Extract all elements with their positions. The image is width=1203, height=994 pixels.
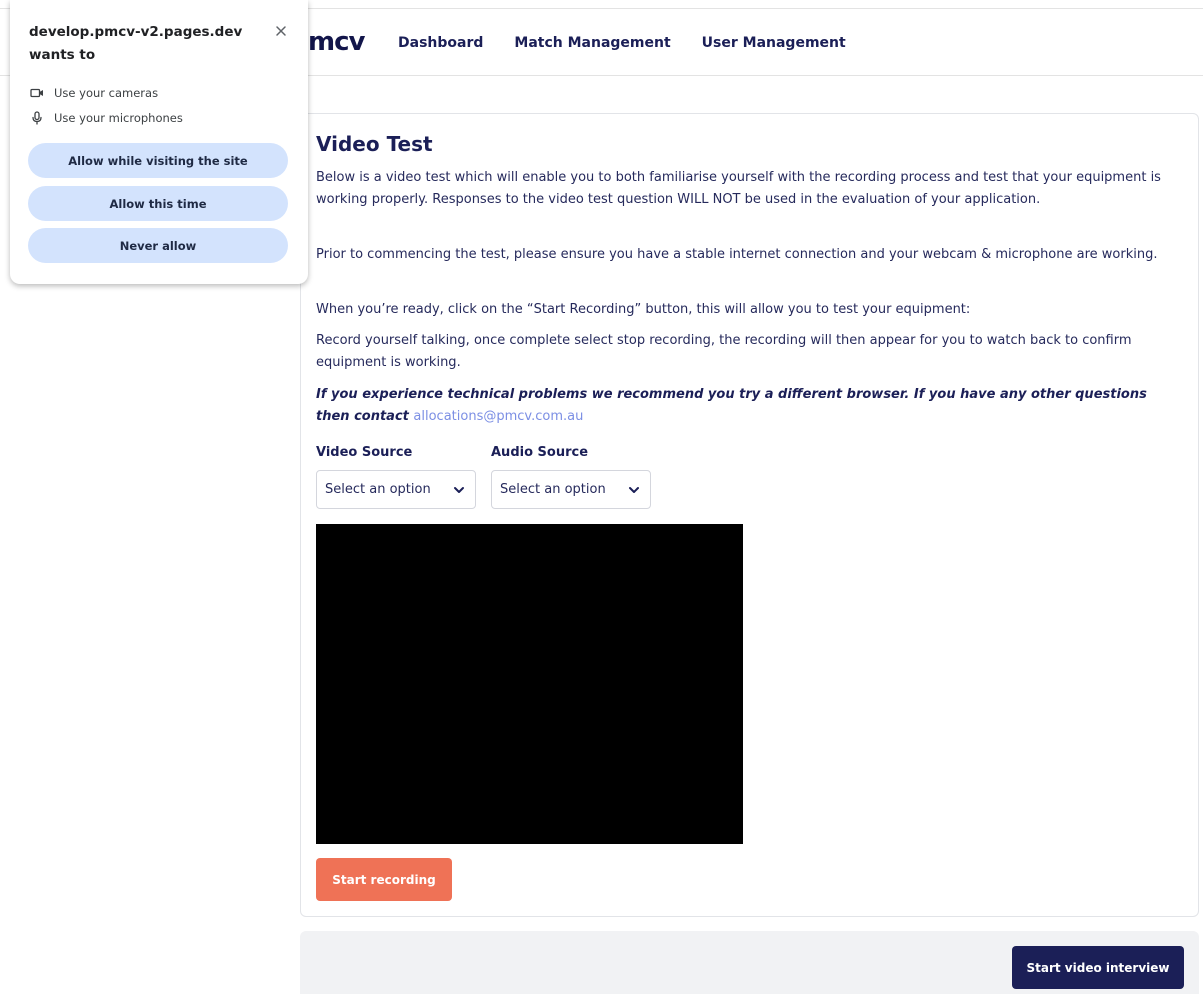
brand-logo[interactable]: mcv: [308, 27, 365, 57]
permission-wants-to: wants to: [29, 47, 96, 63]
start-video-interview-button[interactable]: Start video interview: [1012, 946, 1184, 989]
video-source-select[interactable]: Select an option: [316, 470, 476, 509]
action-footer: Start video interview: [300, 931, 1199, 994]
permission-camera-row: Use your cameras: [30, 86, 158, 100]
page-title: Video Test: [316, 132, 433, 156]
video-preview: [316, 524, 743, 844]
prerequisite-paragraph: Prior to commencing the test, please ens…: [316, 247, 1158, 262]
audio-source-select[interactable]: Select an option: [491, 470, 651, 509]
permission-site-name: develop.pmcv-v2.pages.dev: [29, 24, 243, 40]
support-notice: If you experience technical problems we …: [316, 384, 1178, 427]
contact-email-link[interactable]: allocations@pmcv.com.au: [413, 409, 583, 424]
never-allow-button[interactable]: Never allow: [28, 228, 288, 263]
nav-match-management[interactable]: Match Management: [514, 35, 670, 51]
video-source-value: Select an option: [325, 482, 431, 497]
start-recording-button[interactable]: Start recording: [316, 858, 452, 901]
video-source-label: Video Source: [316, 445, 413, 460]
allow-this-time-button[interactable]: Allow this time: [28, 186, 288, 221]
instruction-paragraph: When you’re ready, click on the “Start R…: [316, 302, 971, 317]
nav-user-management[interactable]: User Management: [702, 35, 846, 51]
permission-dialog: develop.pmcv-v2.pages.dev wants to Use y…: [10, 0, 308, 284]
permission-microphone-label: Use your microphones: [54, 111, 183, 125]
permission-microphone-row: Use your microphones: [30, 111, 183, 125]
allow-while-visiting-button[interactable]: Allow while visiting the site: [28, 143, 288, 178]
chevron-down-icon: [629, 486, 639, 493]
close-icon[interactable]: [274, 24, 288, 38]
camera-icon: [30, 88, 43, 98]
intro-paragraph: Below is a video test which will enable …: [316, 170, 1161, 207]
permission-camera-label: Use your cameras: [54, 86, 159, 100]
main-nav: Dashboard Match Management User Manageme…: [398, 35, 846, 51]
audio-source-value: Select an option: [500, 482, 606, 497]
record-paragraph: Record yourself talking, once complete s…: [316, 333, 1132, 370]
chevron-down-icon: [454, 486, 464, 493]
nav-dashboard[interactable]: Dashboard: [398, 35, 483, 51]
video-test-card: Video Test Below is a video test which w…: [300, 113, 1199, 917]
audio-source-label: Audio Source: [491, 445, 589, 460]
microphone-icon: [32, 111, 42, 125]
